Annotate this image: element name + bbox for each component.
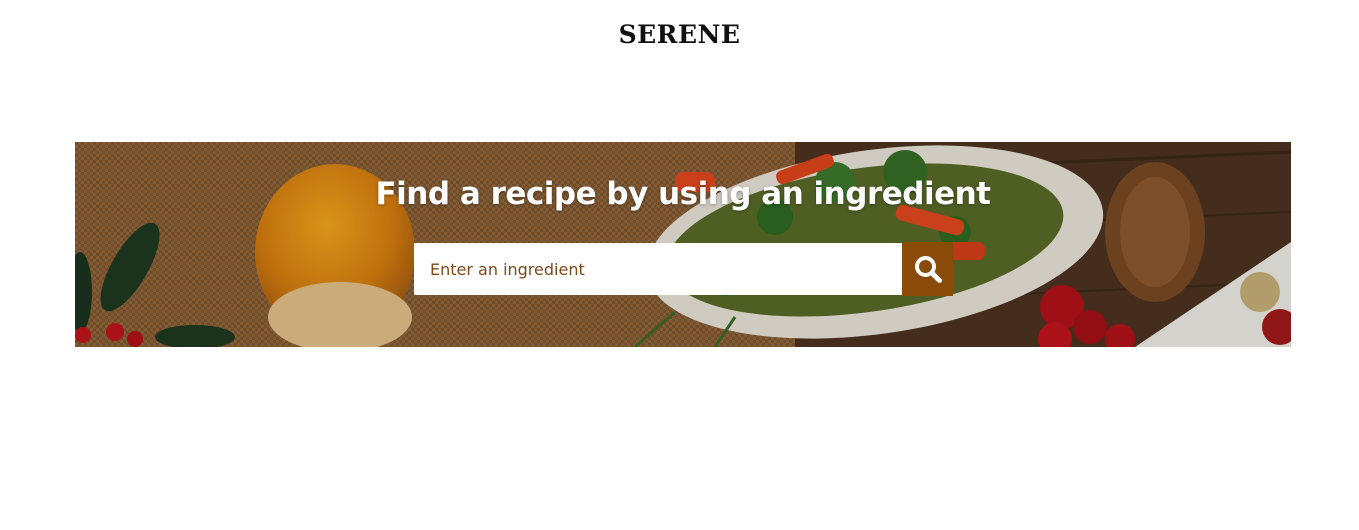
ingredient-search-input[interactable] [414,243,918,295]
site-header: SERENE [0,0,1359,80]
hero-banner: Find a recipe by using an ingredient [75,142,1291,347]
search-button[interactable] [902,242,953,296]
hero-title: Find a recipe by using an ingredient [375,176,992,212]
site-logo[interactable]: SERENE [0,20,1359,49]
search-icon [915,256,942,283]
